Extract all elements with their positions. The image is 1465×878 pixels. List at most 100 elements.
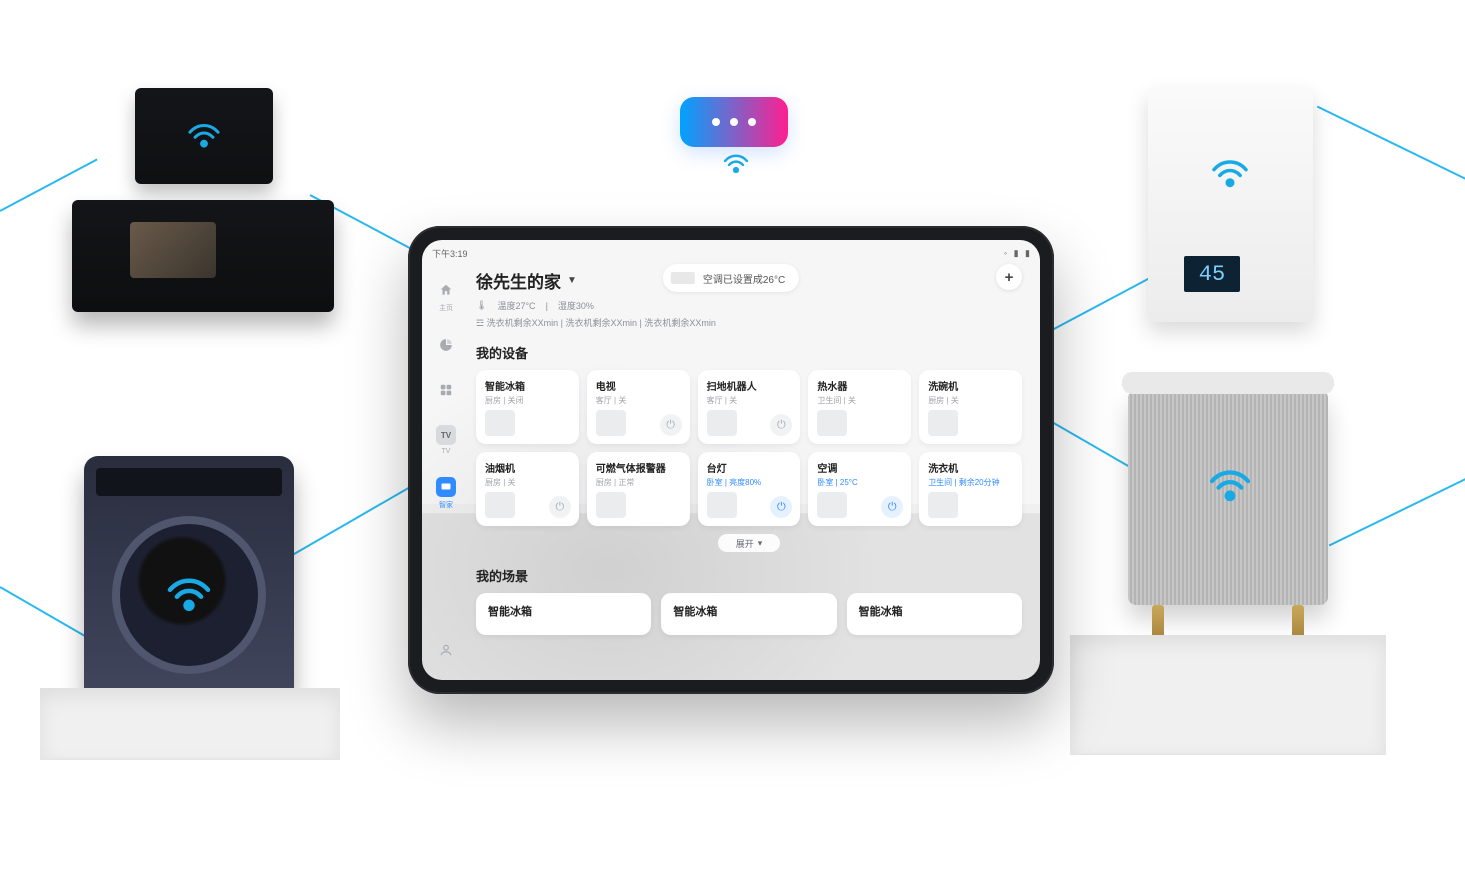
- wifi-icon: [1210, 158, 1250, 190]
- voice-assistant-pill[interactable]: [680, 97, 788, 147]
- rail-label: 主页: [439, 303, 453, 313]
- device-name: 洗碗机: [928, 378, 1013, 393]
- device-status: 客厅 | 关: [707, 395, 792, 406]
- task-1: 洗衣机剩余XXmin: [487, 318, 559, 328]
- list-icon: ☲: [476, 318, 487, 328]
- power-button[interactable]: ⏻: [549, 496, 571, 518]
- device-card[interactable]: 空调卧室 | 25°C ⏻: [808, 452, 911, 526]
- device-card[interactable]: 洗碗机厨房 | 关: [919, 370, 1022, 444]
- device-card[interactable]: 油烟机厨房 | 关 ⏻: [476, 452, 579, 526]
- device-grid: 智能冰箱厨房 | 关闭 电视客厅 | 关 ⏻ 扫地机器人客厅 | 关 ⏻ 热水器卫生间 |…: [476, 370, 1022, 526]
- tablet-screen: 下午3:19 ◦ ▮ ▮ 空调已设置成26°C + 主页: [422, 240, 1040, 680]
- rail-item-grid[interactable]: [431, 380, 461, 403]
- wifi-icon: [166, 576, 212, 614]
- device-status: 卫生间 | 剩余20分钟: [928, 477, 1013, 488]
- power-button[interactable]: ⏻: [881, 496, 903, 518]
- expand-label: 展开: [736, 537, 754, 550]
- rail-label: TV: [442, 448, 451, 455]
- device-name: 油烟机: [485, 460, 570, 475]
- device-card[interactable]: 热水器卫生间 | 关: [808, 370, 911, 444]
- wifi-icon: [723, 153, 749, 175]
- device-thumb: [485, 492, 515, 518]
- device-name: 扫地机器人: [707, 378, 792, 393]
- device-name: 空调: [817, 460, 902, 475]
- scene-card[interactable]: 智能冰箱: [847, 593, 1022, 635]
- rail-item-stats[interactable]: [431, 335, 461, 358]
- heater-readout: 45: [1184, 256, 1240, 292]
- scene-card[interactable]: 智能冰箱: [661, 593, 836, 635]
- rail-item-home[interactable]: 主页: [431, 280, 461, 313]
- home-icon: [436, 280, 456, 300]
- device-thumb: [596, 410, 626, 436]
- rail-item-smart[interactable]: 智家: [431, 477, 461, 510]
- device-status: 卧室 | 亮度80%: [707, 477, 792, 488]
- environment-stats: 🌡 温度27°C | 湿度30%: [476, 299, 1022, 312]
- section-title-scenes: 我的场景: [476, 566, 1022, 585]
- rail-label: 智家: [439, 500, 453, 510]
- device-water-heater: 45: [1148, 88, 1313, 322]
- device-name: 热水器: [817, 378, 902, 393]
- expand-button[interactable]: 展开 ▾: [718, 534, 780, 552]
- power-button[interactable]: ⏻: [770, 496, 792, 518]
- device-thumb: [817, 492, 847, 518]
- tablet-frame: 下午3:19 ◦ ▮ ▮ 空调已设置成26°C + 主页: [408, 226, 1054, 694]
- device-card[interactable]: 扫地机器人客厅 | 关 ⏻: [698, 370, 801, 444]
- device-status: 厨房 | 关闭: [485, 395, 570, 406]
- pedestal: [40, 688, 340, 758]
- home-title-text: 徐先生的家: [476, 268, 561, 293]
- rail-item-user[interactable]: [431, 640, 461, 660]
- device-smart-hub-wide: [72, 200, 334, 312]
- device-washing-machine: [84, 456, 294, 692]
- device-thumb: [817, 410, 847, 436]
- device-thumb: [596, 492, 626, 518]
- humidity-text: 湿度30%: [558, 299, 594, 312]
- grid-icon: [436, 380, 456, 400]
- user-icon: [436, 640, 456, 660]
- device-status: 厨房 | 正常: [596, 477, 681, 488]
- tasks-line: ☲ 洗衣机剩余XXmin | 洗衣机剩余XXmin | 洗衣机剩余XXmin: [476, 316, 1022, 329]
- device-thumb: [485, 410, 515, 436]
- rail-item-tv[interactable]: TV TV: [431, 425, 461, 455]
- pie-icon: [436, 335, 456, 355]
- device-status: 卫生间 | 关: [817, 395, 902, 406]
- device-card[interactable]: 洗衣机卫生间 | 剩余20分钟: [919, 452, 1022, 526]
- temp-text: 温度27°C: [497, 299, 535, 312]
- main-content: 徐先生的家 ▼ 🌡 温度27°C | 湿度30% ☲ 洗衣机剩余XXmin | …: [470, 258, 1040, 680]
- device-status: 卧室 | 25°C: [817, 477, 902, 488]
- device-name: 智能冰箱: [485, 378, 570, 393]
- device-status: 厨房 | 关: [485, 477, 570, 488]
- device-name: 可燃气体报警器: [596, 460, 681, 475]
- chevron-down-icon: ▾: [758, 538, 763, 549]
- chevron-down-icon: ▼: [567, 275, 577, 286]
- tv-icon: TV: [436, 425, 456, 445]
- power-button[interactable]: ⏻: [660, 414, 682, 436]
- device-thumb: [707, 492, 737, 518]
- device-name: 台灯: [707, 460, 792, 475]
- device-card[interactable]: 电视客厅 | 关 ⏻: [587, 370, 690, 444]
- device-card[interactable]: 台灯卧室 | 亮度80% ⏻: [698, 452, 801, 526]
- divider: |: [546, 301, 548, 311]
- device-name: 洗衣机: [928, 460, 1013, 475]
- task-3: 洗衣机剩余XXmin: [644, 318, 716, 328]
- device-smart-hub-small: [135, 88, 273, 184]
- smart-icon: [436, 477, 456, 497]
- device-air-purifier: [1128, 390, 1328, 605]
- device-thumb: [928, 492, 958, 518]
- device-thumb: [928, 410, 958, 436]
- device-card[interactable]: 可燃气体报警器厨房 | 正常: [587, 452, 690, 526]
- section-title-devices: 我的设备: [476, 343, 1022, 362]
- power-button[interactable]: ⏻: [770, 414, 792, 436]
- scene-card[interactable]: 智能冰箱: [476, 593, 651, 635]
- wifi-icon: [187, 122, 221, 150]
- device-card[interactable]: 智能冰箱厨房 | 关闭: [476, 370, 579, 444]
- device-status: 客厅 | 关: [596, 395, 681, 406]
- task-2: 洗衣机剩余XXmin: [565, 318, 637, 328]
- side-rail: 主页 TV TV: [422, 258, 470, 680]
- scene-grid: 智能冰箱智能冰箱智能冰箱: [476, 593, 1022, 635]
- home-selector[interactable]: 徐先生的家 ▼: [476, 268, 577, 293]
- pedestal: [1070, 635, 1386, 753]
- device-thumb: [707, 410, 737, 436]
- wifi-icon: [1208, 468, 1252, 504]
- device-name: 电视: [596, 378, 681, 393]
- device-status: 厨房 | 关: [928, 395, 1013, 406]
